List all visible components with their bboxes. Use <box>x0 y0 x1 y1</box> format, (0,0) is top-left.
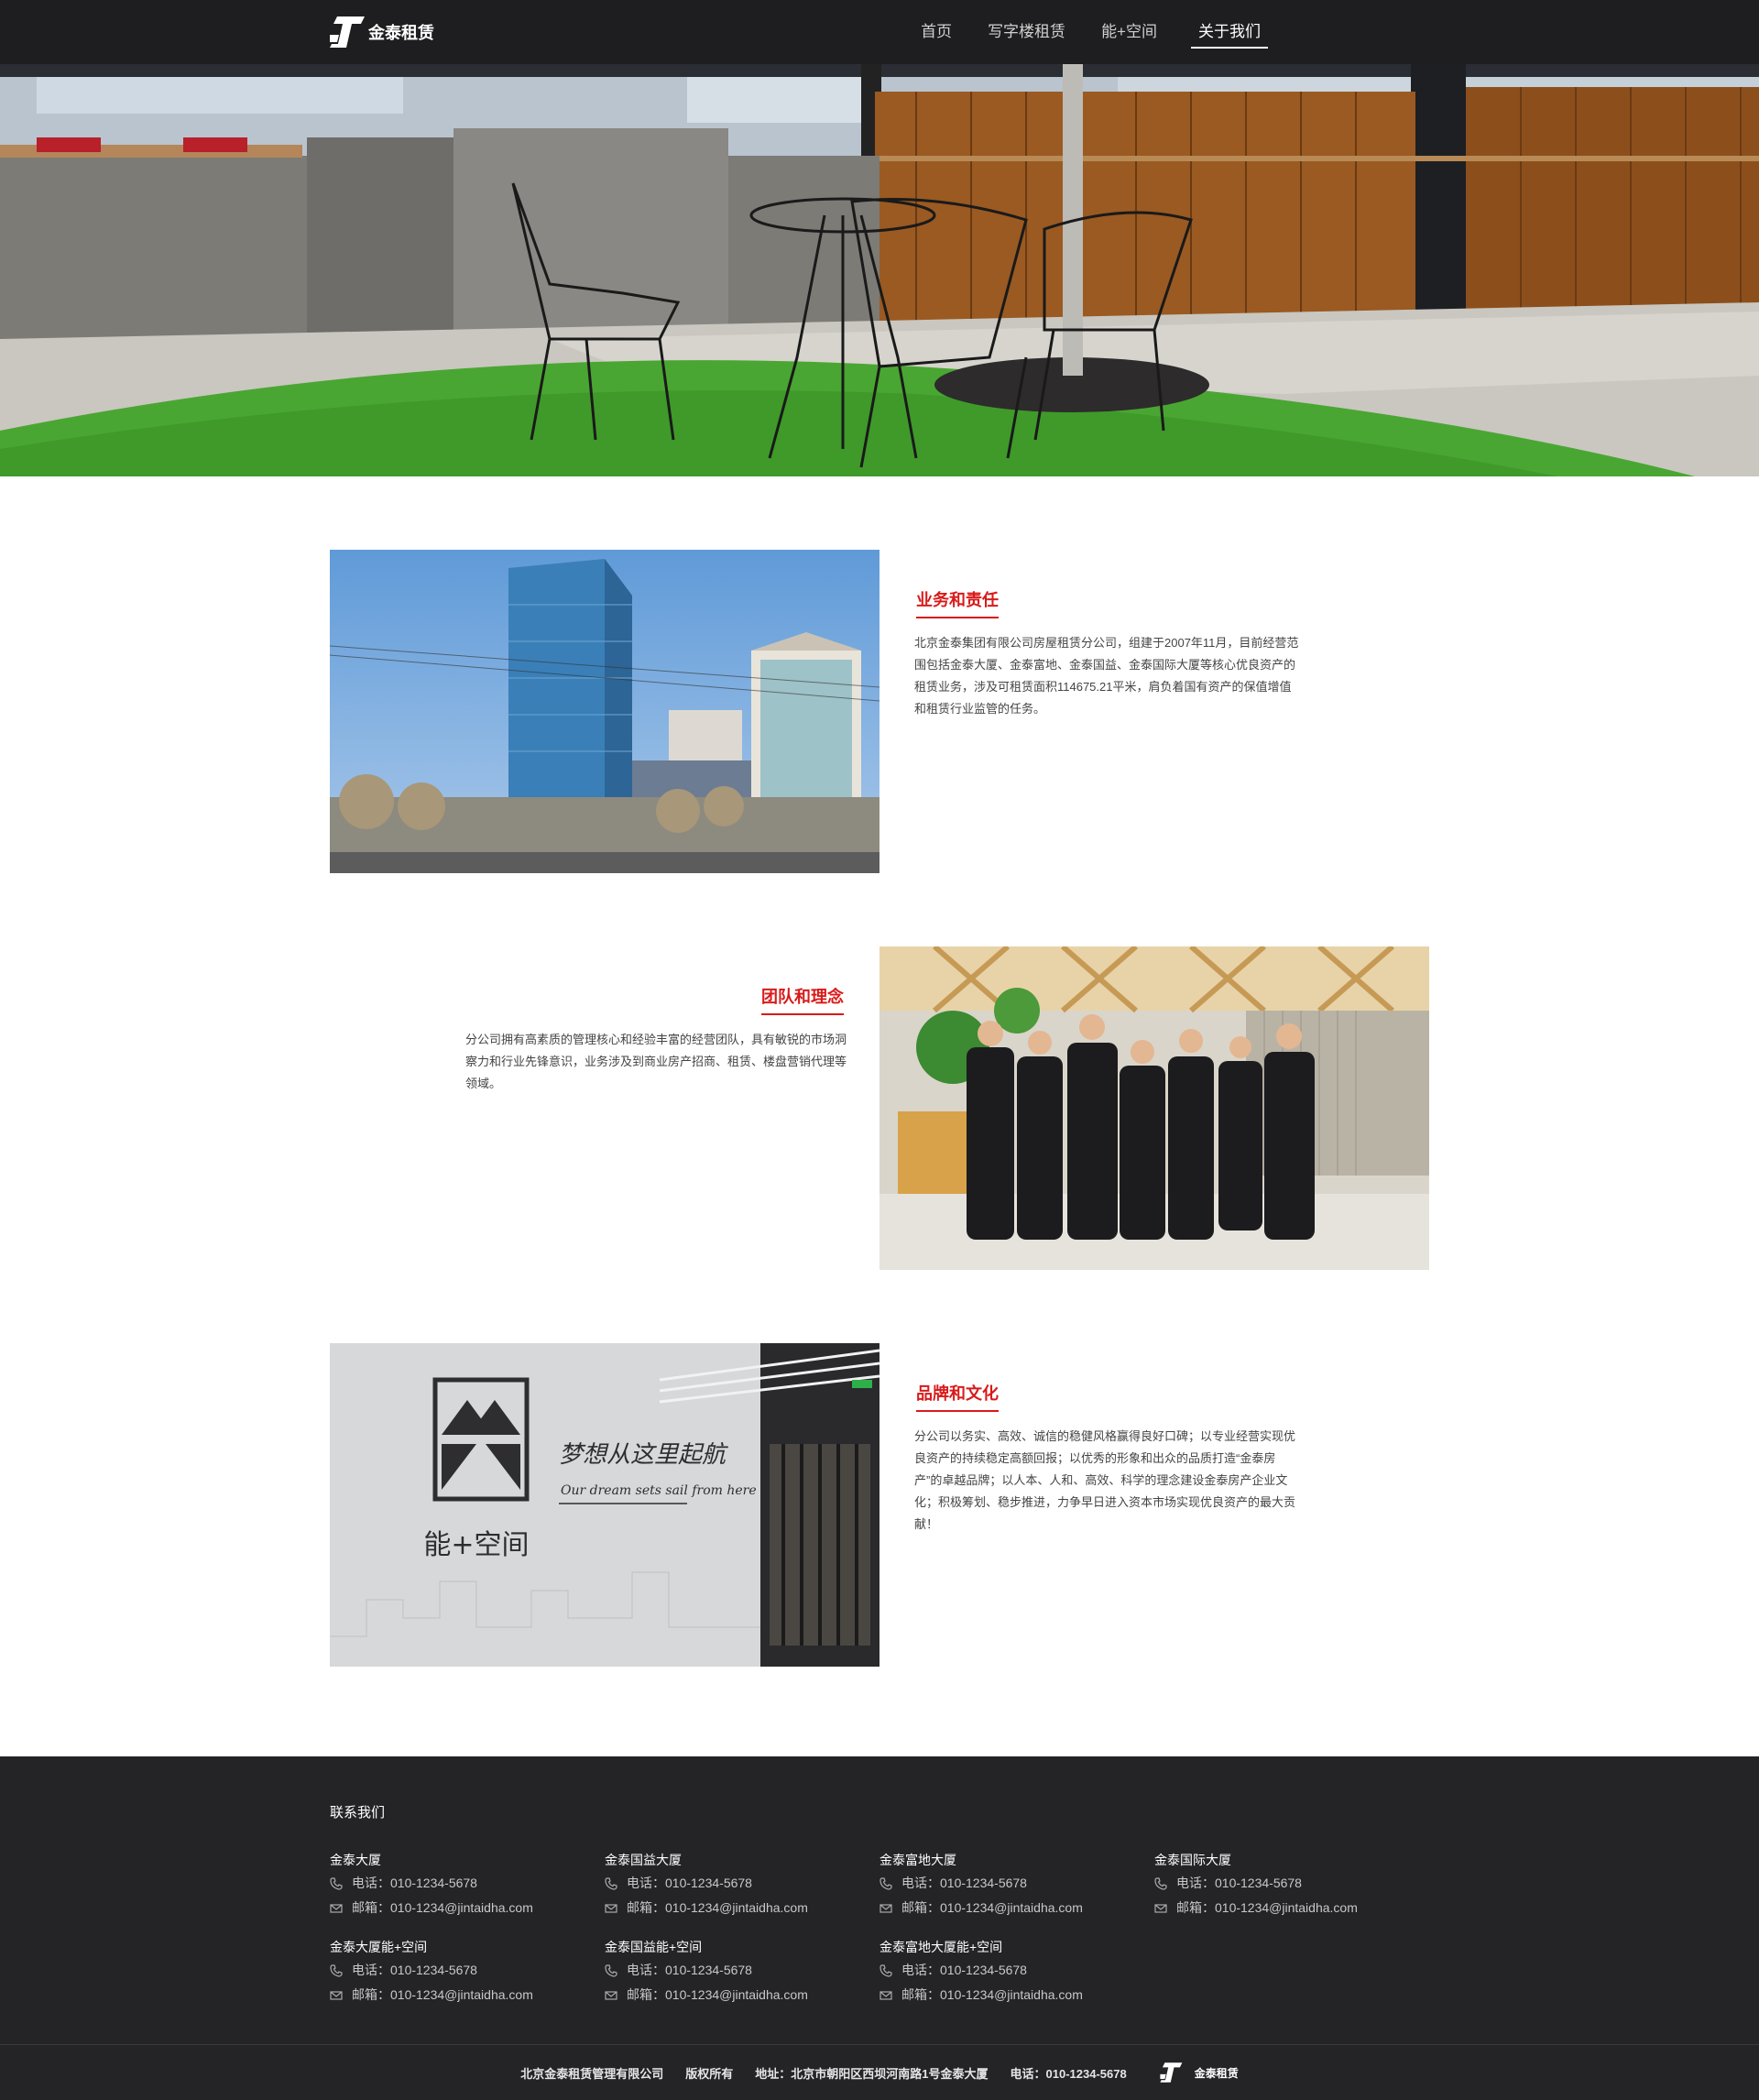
hero-banner <box>0 64 1759 476</box>
contact-name: 金泰富地大厦 <box>880 1853 956 1867</box>
contact-name: 金泰大厦能+空间 <box>330 1940 428 1954</box>
nav-about-us[interactable]: 关于我们 <box>1191 0 1268 64</box>
phone-icon <box>880 1876 892 1890</box>
contact-card: 金泰富地大厦 电话：010-1234-5678 邮箱：010-1234@jint… <box>880 1849 1154 1920</box>
section-title-team: 团队和理念 <box>761 984 844 1015</box>
contact-name: 金泰富地大厦能+空间 <box>880 1940 1003 1954</box>
phone-icon <box>605 1876 617 1890</box>
phone-icon <box>605 1963 617 1977</box>
mail-icon <box>605 1903 617 1913</box>
mail-icon <box>330 1990 343 2000</box>
footer-logo-mark-icon <box>1160 2062 1183 2083</box>
wall-slogan-text: 梦想从这里起航 <box>559 1441 729 1469</box>
wall-sign-text: 能+空间 <box>423 1529 529 1561</box>
logo-text: 金泰租赁 <box>368 24 434 42</box>
section-text-business: 北京金泰集团有限公司房屋租赁分公司，组建于2007年11月，目前经营范围包括金泰… <box>914 636 1299 716</box>
footer-bottom-bar: 北京金泰租赁管理有限公司 版权所有 地址：北京市朝阳区西坝河南路1号金泰大厦 电… <box>0 2045 1759 2100</box>
mail-icon <box>1154 1903 1167 1913</box>
hero-terrace-image <box>0 64 1759 476</box>
contact-name: 金泰国际大厦 <box>1154 1853 1231 1867</box>
contact-name: 金泰大厦 <box>330 1853 381 1867</box>
section-text-brand: 分公司以务实、高效、诚信的稳健风格赢得良好口碑；以专业经营实现优良资产的持续稳定… <box>914 1429 1296 1531</box>
nav-home[interactable]: 首页 <box>919 0 954 64</box>
mail-icon <box>605 1990 617 2000</box>
mail-icon <box>880 1990 892 2000</box>
contact-card: 金泰大厦能+空间 电话：010-1234-5678 邮箱：010-1234@ji… <box>330 1936 605 2007</box>
phone-icon <box>880 1963 892 1977</box>
contact-email[interactable]: 邮箱：010-1234@jintaidha.com <box>1176 1896 1358 1920</box>
contact-email[interactable]: 邮箱：010-1234@jintaidha.com <box>352 1983 533 2007</box>
footer-logo-text: 金泰租赁 <box>1194 2066 1239 2080</box>
section-title-brand: 品牌和文化 <box>916 1381 999 1412</box>
contact-name: 金泰国益能+空间 <box>605 1940 703 1954</box>
office-tower-image <box>330 550 880 873</box>
contact-phone: 电话：010-1234-5678 <box>352 1876 477 1890</box>
footer-logo[interactable]: 金泰租赁 <box>1160 2062 1250 2084</box>
footer-address: 地址：北京市朝阳区西坝河南路1号金泰大厦 <box>755 2066 989 2081</box>
contact-phone: 电话：010-1234-5678 <box>901 1963 1027 1977</box>
section-title-business: 业务和责任 <box>916 587 999 618</box>
contact-card: 金泰国际大厦 电话：010-1234-5678 邮箱：010-1234@jint… <box>1154 1849 1429 1920</box>
contact-phone: 电话：010-1234-5678 <box>627 1876 752 1890</box>
mail-icon <box>330 1903 343 1913</box>
site-logo[interactable]: 金泰租赁 <box>330 15 434 49</box>
footer-heading: 联系我们 <box>330 1805 386 1821</box>
phone-icon <box>1154 1876 1167 1890</box>
mail-icon <box>880 1903 892 1913</box>
contact-phone: 电话：010-1234-5678 <box>1176 1876 1302 1890</box>
space-entrance-photo: 能+空间 梦想从这里起航 Our dream sets sail from he… <box>330 1343 880 1667</box>
contact-phone: 电话：010-1234-5678 <box>901 1876 1027 1890</box>
footer-phone: 电话：010-1234-5678 <box>1010 2066 1127 2081</box>
contact-card: 金泰国益能+空间 电话：010-1234-5678 邮箱：010-1234@ji… <box>605 1936 880 2007</box>
section-text-team: 分公司拥有高素质的管理核心和经验丰富的经营团队，具有敏锐的市场洞察力和行业先锋意… <box>465 1033 847 1090</box>
nav-neng-space[interactable]: 能+空间 <box>1099 0 1159 64</box>
contact-card: 金泰富地大厦能+空间 电话：010-1234-5678 邮箱：010-1234@… <box>880 1936 1154 2007</box>
contact-card: 金泰大厦 电话：010-1234-5678 邮箱：010-1234@jintai… <box>330 1849 605 1920</box>
team-photo <box>880 946 1429 1270</box>
phone-icon <box>330 1963 343 1977</box>
nav-office-rental[interactable]: 写字楼租赁 <box>986 0 1067 64</box>
contact-card: 金泰国益大厦 电话：010-1234-5678 邮箱：010-1234@jint… <box>605 1849 880 1920</box>
contact-email[interactable]: 邮箱：010-1234@jintaidha.com <box>901 1896 1083 1920</box>
contact-email[interactable]: 邮箱：010-1234@jintaidha.com <box>901 1983 1083 2007</box>
contact-phone: 电话：010-1234-5678 <box>627 1963 752 1977</box>
footer-copyright: 版权所有 <box>685 2066 734 2081</box>
team-group-image <box>880 946 1429 1270</box>
contact-phone: 电话：010-1234-5678 <box>352 1963 477 1977</box>
footer-company: 北京金泰租赁管理有限公司 <box>520 2066 664 2081</box>
contact-email[interactable]: 邮箱：010-1234@jintaidha.com <box>627 1983 808 2007</box>
building-photo <box>330 550 880 873</box>
contact-email[interactable]: 邮箱：010-1234@jintaidha.com <box>627 1896 808 1920</box>
neng-space-wall-image: 能+空间 梦想从这里起航 Our dream sets sail from he… <box>330 1343 880 1667</box>
site-header: 金泰租赁 首页 写字楼租赁 能+空间 关于我们 <box>0 0 1759 64</box>
site-footer: 联系我们 金泰大厦 电话：010-1234-5678 邮箱：010-1234@j… <box>0 1756 1759 2100</box>
wall-slogan-en-text: Our dream sets sail from here <box>561 1483 757 1498</box>
contact-name: 金泰国益大厦 <box>605 1853 682 1867</box>
main-nav: 首页 写字楼租赁 能+空间 关于我们 <box>887 0 1268 64</box>
logo-mark-icon <box>330 16 365 48</box>
contact-email[interactable]: 邮箱：010-1234@jintaidha.com <box>352 1896 533 1920</box>
phone-icon <box>330 1876 343 1890</box>
